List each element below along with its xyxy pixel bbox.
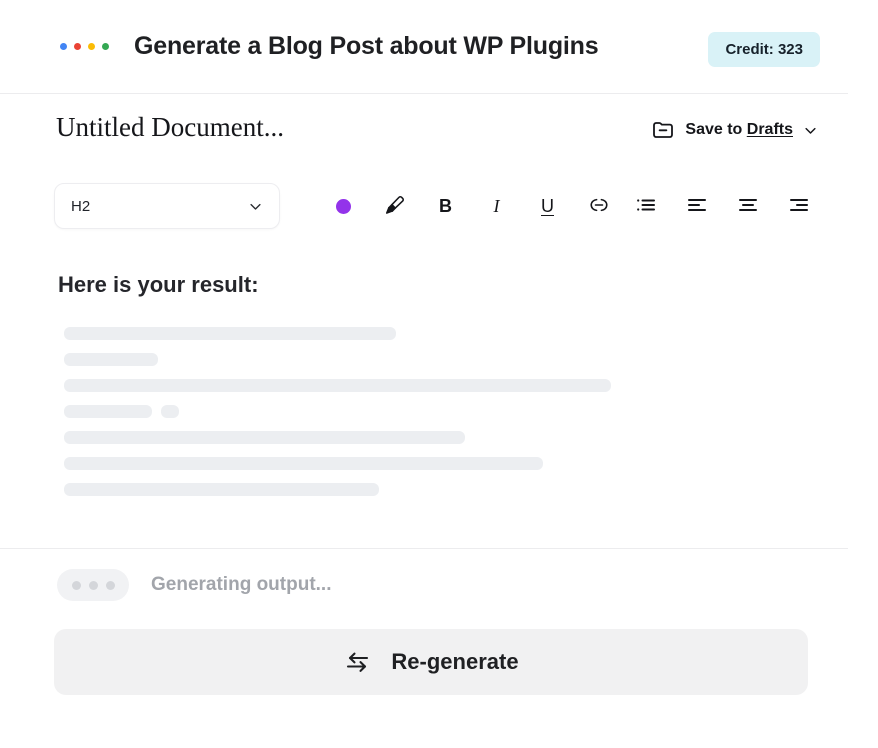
align-center-button[interactable] — [722, 183, 773, 229]
link-button[interactable] — [573, 183, 624, 229]
skeleton-row — [64, 379, 804, 392]
align-left-icon — [685, 193, 709, 220]
skeleton-bar — [64, 327, 396, 340]
regenerate-button[interactable]: Re-generate — [54, 629, 808, 695]
text-style-value: H2 — [71, 198, 248, 215]
save-prefix: Save to — [685, 121, 746, 138]
editor-toolbar: H2 B I — [0, 172, 848, 242]
app-window: Generate a Blog Post about WP Plugins Cr… — [0, 0, 878, 748]
align-button-group — [620, 183, 824, 229]
color-swatch-icon — [336, 199, 351, 214]
section-divider — [0, 548, 848, 549]
logo-dot-blue — [60, 43, 67, 50]
chevron-down-icon — [248, 199, 263, 214]
page-title: Generate a Blog Post about WP Plugins — [134, 32, 598, 61]
loader-dot — [72, 581, 81, 590]
bold-button[interactable]: B — [420, 183, 471, 229]
bulleted-list-button[interactable] — [620, 183, 671, 229]
skeleton-bar — [64, 379, 611, 392]
loader-dot — [106, 581, 115, 590]
skeleton-bar — [161, 405, 179, 418]
four-dots-logo-icon — [60, 43, 109, 50]
text-style-select[interactable]: H2 — [54, 183, 280, 229]
align-right-button[interactable] — [773, 183, 824, 229]
align-center-icon — [736, 193, 760, 220]
document-header: Untitled Document... Save to Drafts — [0, 94, 848, 172]
skeleton-bar — [64, 483, 379, 496]
loader-dot — [89, 581, 98, 590]
save-to-drafts-label: Save to Drafts — [685, 121, 793, 139]
regenerate-label: Re-generate — [391, 649, 518, 675]
skeleton-row — [64, 431, 804, 444]
highlighter-icon — [384, 194, 406, 219]
three-dots-loader-icon — [57, 569, 129, 601]
skeleton-row — [64, 405, 804, 418]
format-button-group: B I U — [318, 183, 624, 229]
skeleton-bar — [64, 353, 158, 366]
underline-icon: U — [541, 196, 554, 217]
link-icon — [587, 193, 611, 220]
result-heading: Here is your result: — [58, 272, 259, 298]
swap-arrows-icon — [343, 649, 373, 675]
logo-dot-red — [74, 43, 81, 50]
skeleton-row — [64, 353, 804, 366]
skeleton-row — [64, 483, 804, 496]
chevron-down-icon[interactable] — [803, 123, 818, 138]
document-title[interactable]: Untitled Document... — [56, 112, 284, 143]
content-skeleton — [64, 327, 804, 509]
app-header: Generate a Blog Post about WP Plugins Cr… — [0, 0, 848, 94]
italic-icon: I — [494, 196, 500, 217]
save-to-drafts-control[interactable]: Save to Drafts — [651, 118, 818, 142]
text-color-button[interactable] — [318, 183, 369, 229]
italic-button[interactable]: I — [471, 183, 522, 229]
credit-badge: Credit: 323 — [708, 32, 820, 67]
skeleton-row — [64, 457, 804, 470]
logo-dot-yellow — [88, 43, 95, 50]
align-left-button[interactable] — [671, 183, 722, 229]
logo-dot-green — [102, 43, 109, 50]
skeleton-bar — [64, 405, 152, 418]
skeleton-row — [64, 327, 804, 340]
generating-status: Generating output... — [57, 569, 332, 601]
skeleton-bar — [64, 431, 465, 444]
status-text: Generating output... — [151, 574, 332, 596]
highlight-button[interactable] — [369, 183, 420, 229]
bold-icon: B — [439, 196, 452, 217]
save-destination[interactable]: Drafts — [747, 121, 793, 138]
align-right-icon — [787, 193, 811, 220]
folder-minus-icon — [651, 118, 675, 142]
underline-button[interactable]: U — [522, 183, 573, 229]
bulleted-list-icon — [634, 193, 658, 220]
skeleton-bar — [64, 457, 543, 470]
